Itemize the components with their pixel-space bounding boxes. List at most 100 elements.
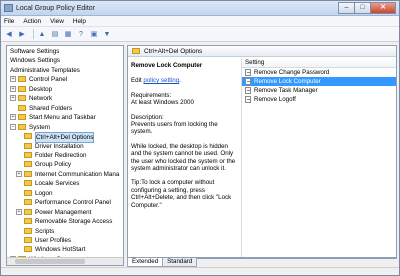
edit-prefix: Edit (131, 77, 144, 85)
tree-item[interactable]: Folder Redirection (7, 151, 123, 160)
tree-item[interactable]: + Power Management (7, 208, 123, 217)
tree-item[interactable]: Shared Folders (7, 104, 123, 113)
folder-icon (24, 170, 32, 177)
tab-extended[interactable]: Extended (127, 258, 164, 267)
setting-column-header[interactable]: Setting (242, 58, 396, 68)
folder-icon (18, 76, 26, 83)
policy-setting-icon (245, 69, 251, 76)
tip: Tip:To lock a computer without configuri… (131, 179, 232, 209)
tab-standard[interactable]: Standard (162, 258, 198, 267)
folder-icon (24, 199, 32, 206)
forward-icon[interactable]: ▶ (17, 29, 27, 39)
expand-icon[interactable]: + (10, 95, 16, 102)
policy-title: Remove Lock Computer (131, 62, 203, 69)
folder-icon (24, 151, 32, 158)
tree-item[interactable]: Scripts (7, 227, 123, 236)
up-icon[interactable]: ▲ (37, 29, 47, 39)
tree-item[interactable]: + Start Menu and Taskbar (7, 113, 123, 122)
tree-item[interactable]: Performance Control Panel (7, 198, 123, 207)
tree-item[interactable]: Logon (7, 189, 123, 198)
folder-icon (24, 133, 32, 140)
tree-item-label: Group Policy (35, 161, 72, 169)
folder-icon (18, 104, 26, 111)
tree-item[interactable]: Locale Services (7, 179, 123, 188)
folder-icon (24, 142, 32, 149)
tree-item-label: Shared Folders (29, 104, 73, 112)
folder-icon (18, 114, 26, 121)
show-tree-icon[interactable]: ▤ (50, 29, 60, 39)
tree-item[interactable]: Windows HotStart (7, 245, 123, 254)
tree-item-label: Internet Communication Mana (35, 170, 120, 178)
title-bar: Local Group Policy Editor – □ ✕ (1, 1, 399, 16)
folder-icon (24, 180, 32, 187)
policy-setting-icon (245, 87, 251, 94)
edit-line: Edit policy setting. (131, 77, 238, 84)
tree-item[interactable]: Removable Storage Access (7, 217, 123, 226)
tree-horizontal-scrollbar[interactable] (7, 257, 123, 265)
description-label: Description: (131, 113, 164, 121)
gpedit-icon (4, 4, 13, 12)
setting-row[interactable]: Remove Logoff (242, 95, 396, 104)
setting-label: Remove Logoff (254, 96, 296, 103)
tree-item[interactable]: + Desktop (7, 85, 123, 94)
tree-item[interactable]: Software Settings (7, 47, 123, 56)
expand-icon[interactable]: + (10, 114, 16, 121)
folder-icon (24, 189, 32, 196)
toolbar-separator (33, 29, 34, 39)
folder-icon (24, 237, 32, 243)
tree-item-label: Network (29, 95, 53, 103)
policy-setting-link[interactable]: policy setting (143, 77, 179, 84)
folder-icon (24, 227, 32, 234)
tree-item-label: Software Settings (10, 48, 60, 55)
tree-item[interactable]: + Network (7, 94, 123, 103)
export-list-icon[interactable]: ▦ (63, 29, 73, 39)
minimize-button[interactable]: – (338, 2, 355, 14)
tree-item-label: Scripts (35, 227, 55, 235)
maximize-button[interactable]: □ (354, 2, 371, 14)
expand-icon[interactable]: + (10, 76, 16, 83)
tree-item[interactable]: + Internet Communication Mana (7, 170, 123, 179)
folder-icon (18, 85, 26, 92)
tree-item[interactable]: Ctrl+Alt+Del Options (7, 132, 123, 144)
back-icon[interactable]: ◀ (4, 29, 14, 39)
tree-item-label: Logon (35, 189, 53, 197)
tree-item[interactable]: Windows Settings (7, 56, 123, 65)
menu-file[interactable]: File (4, 18, 14, 25)
tree-item-label: System (29, 123, 50, 131)
setting-label: Remove Lock Computer (254, 78, 321, 85)
help-icon[interactable]: ? (76, 29, 86, 39)
tree-item[interactable]: Group Policy (7, 160, 123, 169)
expand-icon[interactable]: + (10, 85, 16, 92)
expand-icon[interactable]: + (16, 208, 22, 215)
setting-row[interactable]: Remove Lock Computer (242, 77, 396, 86)
close-button[interactable]: ✕ (370, 2, 396, 14)
menu-view[interactable]: View (50, 18, 64, 25)
status-bar (1, 267, 399, 275)
menu-bar: File Action View Help (1, 16, 399, 27)
menu-help[interactable]: Help (73, 18, 86, 25)
folder-icon (24, 208, 32, 215)
settings-rows: Remove Change Password Remove Lock Comput… (242, 68, 396, 104)
scrollbar-thumb[interactable] (15, 259, 85, 264)
folder-icon (24, 218, 32, 225)
collapse-icon[interactable]: − (10, 123, 16, 130)
setting-label: Remove Change Password (254, 69, 330, 76)
tree-item-label: Desktop (29, 85, 53, 93)
filter-icon[interactable]: ▼ (102, 29, 112, 39)
requirements-value: At least Windows 2000 (131, 99, 194, 107)
tree-item[interactable]: Driver Installation (7, 142, 123, 151)
window-title: Local Group Policy Editor (16, 4, 95, 12)
expand-icon[interactable]: + (16, 170, 22, 177)
tree-item[interactable]: User Profiles (7, 236, 123, 245)
tree-item[interactable]: − System (7, 123, 123, 132)
app-window: Local Group Policy Editor – □ ✕ File Act… (0, 0, 400, 276)
setting-row[interactable]: Remove Task Manager (242, 86, 396, 95)
setting-row[interactable]: Remove Change Password (242, 68, 396, 77)
tree-item[interactable]: Administrative Templates (7, 66, 123, 75)
tree-item-label: Folder Redirection (35, 151, 87, 159)
properties-icon[interactable]: ▣ (89, 29, 99, 39)
menu-action[interactable]: Action (23, 18, 41, 25)
tree-item[interactable]: + Control Panel (7, 75, 123, 84)
tree-item-label: Windows HotStart (35, 246, 86, 254)
tree-item-label: Performance Control Panel (35, 199, 111, 207)
